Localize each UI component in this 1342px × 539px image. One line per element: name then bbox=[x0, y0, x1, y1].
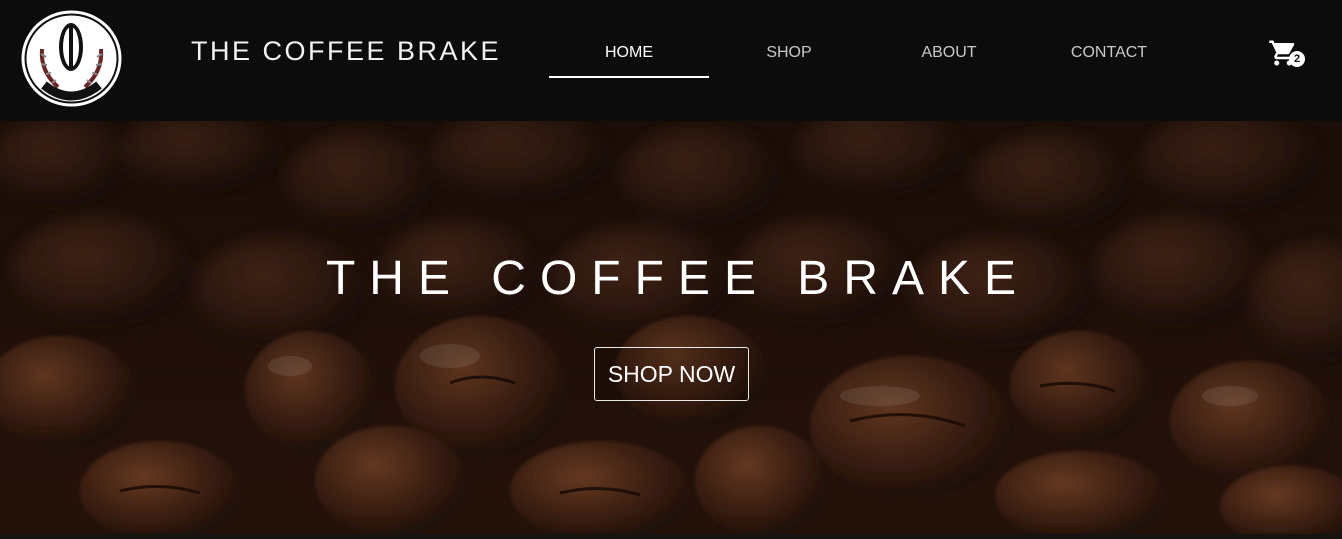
nav-about[interactable]: ABOUT bbox=[869, 0, 1029, 78]
nav-shop[interactable]: SHOP bbox=[709, 0, 869, 78]
main-nav: HOME SHOP ABOUT CONTACT bbox=[549, 0, 1189, 121]
coffee-beans-background bbox=[0, 121, 1342, 534]
cafe-logo[interactable] bbox=[20, 9, 123, 108]
navbar: THE COFFEE BRAKE HOME SHOP ABOUT CONTACT… bbox=[0, 0, 1342, 121]
brand-title[interactable]: THE COFFEE BRAKE bbox=[191, 36, 501, 67]
nav-home[interactable]: HOME bbox=[549, 0, 709, 78]
cart-button[interactable]: 2 bbox=[1268, 38, 1308, 70]
hero-banner: THE COFFEE BRAKE SHOP NOW bbox=[0, 121, 1342, 534]
page-bottom-divider bbox=[0, 534, 1342, 539]
nav-contact[interactable]: CONTACT bbox=[1029, 0, 1189, 78]
shop-now-button[interactable]: SHOP NOW bbox=[594, 347, 749, 401]
hero-title: THE COFFEE BRAKE bbox=[325, 252, 1031, 305]
cart-count-badge: 2 bbox=[1289, 51, 1305, 67]
